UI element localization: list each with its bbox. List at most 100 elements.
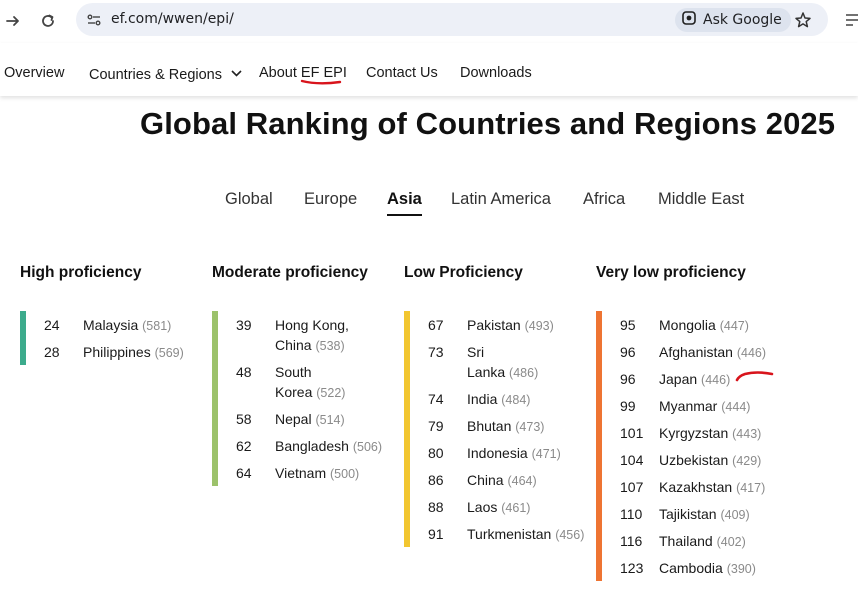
country-item[interactable]: Bangladesh (506): [275, 436, 382, 457]
rank: 116: [620, 533, 643, 549]
score: (484): [501, 393, 531, 407]
country-name: Philippines: [83, 344, 151, 360]
heading-high-proficiency: High proficiency: [20, 264, 142, 281]
score: (493): [524, 319, 554, 333]
tab-global[interactable]: Global: [225, 190, 273, 209]
rank: 74: [428, 391, 444, 407]
score: (473): [515, 420, 545, 434]
country-item[interactable]: Kazakhstan (417): [659, 477, 765, 498]
rank: 48: [236, 364, 252, 380]
nav-downloads[interactable]: Downloads: [460, 65, 532, 81]
heading-moderate-proficiency: Moderate proficiency: [212, 264, 368, 281]
country-name: Turkmenistan: [467, 526, 552, 542]
country-item[interactable]: Afghanistan (446): [659, 342, 766, 363]
country-item[interactable]: Laos (461): [467, 497, 530, 518]
country-item[interactable]: Philippines (569): [83, 342, 184, 363]
score: (514): [315, 413, 345, 427]
country-name: Myanmar: [659, 398, 718, 414]
country-item[interactable]: India (484): [467, 389, 530, 410]
ask-google-button[interactable]: Ask Google: [675, 8, 791, 32]
rank: 101: [620, 425, 644, 441]
score: (464): [507, 474, 537, 488]
site-info-icon[interactable]: [84, 10, 104, 30]
address-bar[interactable]: ef.com/wwen/epi/ Ask Google: [76, 3, 828, 36]
country-item[interactable]: China (464): [467, 470, 537, 491]
rank: 95: [620, 317, 636, 333]
country-item[interactable]: Uzbekistan (429): [659, 450, 761, 471]
country-item[interactable]: Thailand (402): [659, 531, 746, 552]
score: (446): [701, 373, 731, 387]
score: (402): [716, 535, 746, 549]
rank: 110: [620, 506, 643, 522]
country-name: Kyrgyzstan: [659, 425, 729, 441]
country-item[interactable]: Kyrgyzstan (443): [659, 423, 761, 444]
rank: 67: [428, 317, 444, 333]
nav-contact-us[interactable]: Contact Us: [366, 65, 438, 81]
country-item[interactable]: Indonesia (471): [467, 443, 561, 464]
country-name-line2: Lanka: [467, 364, 506, 380]
country-item[interactable]: Japan (446): [659, 369, 730, 390]
nav-countries-regions[interactable]: Countries & Regions: [89, 65, 242, 83]
country-name: India: [467, 391, 498, 407]
red-underline-annotation: [300, 79, 342, 85]
country-item[interactable]: Tajikistan (409): [659, 504, 750, 525]
country-item[interactable]: Myanmar (444): [659, 396, 750, 417]
tab-europe[interactable]: Europe: [304, 190, 357, 209]
rank: 96: [620, 344, 636, 360]
score: (486): [509, 366, 539, 380]
tab-asia[interactable]: Asia: [387, 190, 422, 216]
bookmark-star-icon[interactable]: [792, 9, 814, 31]
tab-africa[interactable]: Africa: [583, 190, 625, 209]
country-item[interactable]: Turkmenistan (456): [467, 524, 584, 545]
score: (500): [330, 467, 360, 481]
heading-very-low-proficiency: Very low proficiency: [596, 264, 746, 281]
country-item[interactable]: Hong Kong, China (538): [275, 315, 349, 356]
tab-latin-america[interactable]: Latin America: [451, 190, 551, 209]
country-item[interactable]: South Korea (522): [275, 362, 345, 403]
country-name-line2: China: [275, 337, 312, 353]
site-nav: Overview Countries & Regions About EF EP…: [0, 43, 858, 96]
country-item[interactable]: Mongolia (447): [659, 315, 749, 336]
nav-overview[interactable]: Overview: [4, 65, 64, 81]
rank: 91: [428, 526, 444, 542]
rank: 99: [620, 398, 636, 414]
country-name: Tajikistan: [659, 506, 717, 522]
very-low-proficiency-bar: [596, 311, 602, 581]
reload-icon[interactable]: [36, 9, 60, 33]
rank: 123: [620, 560, 644, 576]
browser-toolbar: ef.com/wwen/epi/ Ask Google: [0, 0, 858, 42]
rank: 80: [428, 445, 444, 461]
country-name: Laos: [467, 499, 498, 515]
score: (446): [736, 346, 767, 360]
country-item[interactable]: Pakistan (493): [467, 315, 554, 336]
rank: 39: [236, 317, 252, 333]
country-name: Bhutan: [467, 418, 512, 434]
tab-middle-east[interactable]: Middle East: [658, 190, 744, 209]
rank: 28: [44, 344, 60, 360]
browser-menu-icon[interactable]: [844, 10, 858, 30]
country-item[interactable]: Nepal (514): [275, 409, 345, 430]
country-item[interactable]: Bhutan (473): [467, 416, 544, 437]
score: (409): [720, 508, 750, 522]
country-item[interactable]: Sri Lanka (486): [467, 342, 538, 383]
country-name: Indonesia: [467, 445, 528, 461]
country-name: Kazakhstan: [659, 479, 733, 495]
country-item[interactable]: Cambodia (390): [659, 558, 756, 579]
chevron-down-icon: [231, 65, 242, 81]
ask-google-label: Ask Google: [703, 12, 782, 28]
country-item[interactable]: Vietnam (500): [275, 463, 359, 484]
score: (447): [719, 319, 749, 333]
rank: 79: [428, 418, 444, 434]
country-name: Afghanistan: [659, 344, 733, 360]
score: (429): [732, 454, 762, 468]
score: (456): [555, 528, 585, 542]
forward-arrow-icon[interactable]: [1, 9, 25, 33]
score: (522): [316, 386, 346, 400]
score: (506): [352, 440, 383, 454]
country-name: Japan: [659, 371, 698, 387]
rank: 104: [620, 452, 644, 468]
url-text[interactable]: ef.com/wwen/epi/: [111, 11, 234, 27]
country-item[interactable]: Malaysia (581): [83, 315, 171, 336]
country-name-line1: Sri: [467, 344, 485, 360]
score: (390): [726, 562, 756, 576]
